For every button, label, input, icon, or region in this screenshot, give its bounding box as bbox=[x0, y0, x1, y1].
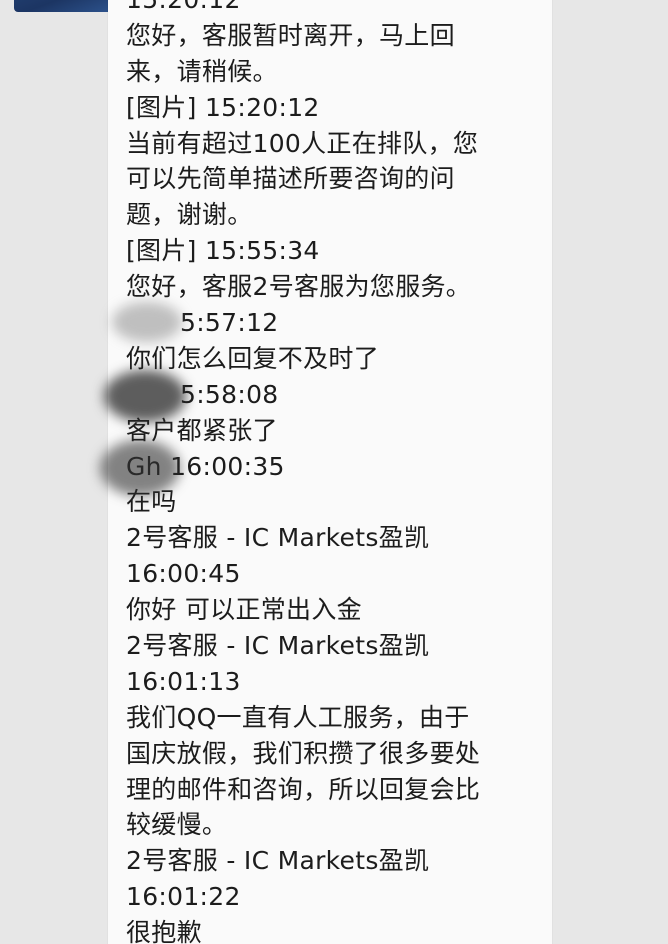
message-text: 较缓慢。 bbox=[126, 810, 228, 840]
message-sender: 2号客服 - IC Markets盈凯 bbox=[126, 846, 430, 876]
message-text: 在吗 bbox=[126, 487, 177, 517]
message-text: 国庆放假，我们积攒了很多要处 bbox=[126, 738, 481, 768]
message-text: 客户都紧张了 bbox=[126, 415, 278, 445]
message-text: 题，谢谢。 bbox=[126, 200, 253, 230]
redaction-smudge bbox=[104, 370, 186, 422]
message-text: 您好，客服2号客服为您服务。 bbox=[126, 272, 472, 302]
avatar[interactable] bbox=[14, 0, 120, 12]
message-header: 5:57:12 bbox=[180, 308, 279, 338]
chat-screen: 15:20:12 您好，客服暂时离开，马上回 来，请稍候。 [图片] 15:20… bbox=[0, 0, 668, 944]
message-text: 很抱歉 bbox=[126, 918, 202, 944]
redaction-smudge bbox=[112, 302, 182, 342]
message-timestamp: 15:20:12 bbox=[126, 0, 546, 18]
message-header: 5:58:08 bbox=[180, 379, 279, 409]
message-text: 可以先简单描述所要咨询的问 bbox=[126, 164, 455, 194]
message-sender: 2号客服 - IC Markets盈凯 bbox=[126, 523, 430, 553]
message-sender: 2号客服 - IC Markets盈凯 bbox=[126, 631, 430, 661]
message-text: 您好，客服暂时离开，马上回 bbox=[126, 20, 455, 50]
message-text: 你们怎么回复不及时了 bbox=[126, 343, 380, 373]
redaction-smudge bbox=[100, 440, 180, 496]
message-timestamp: 16:01:22 bbox=[126, 882, 241, 912]
message-header: Gh 16:00:35 bbox=[126, 451, 285, 481]
message-text: 当前有超过100人正在排队，您 bbox=[126, 128, 479, 158]
message-timestamp: 16:01:13 bbox=[126, 666, 241, 696]
message-text: 我们QQ一直有人工服务，由于 bbox=[126, 702, 470, 732]
message-timestamp: 16:00:45 bbox=[126, 559, 241, 589]
message-text: 来，请稍候。 bbox=[126, 56, 278, 86]
message-header: [图片] 15:55:34 bbox=[126, 236, 320, 266]
chat-transcript: 15:20:12 您好，客服暂时离开，马上回 来，请稍候。 [图片] 15:20… bbox=[126, 0, 546, 944]
message-text: 理的邮件和咨询，所以回复会比 bbox=[126, 774, 481, 804]
message-header: [图片] 15:20:12 bbox=[126, 92, 320, 122]
message-text: 你好 可以正常出入金 bbox=[126, 595, 362, 625]
